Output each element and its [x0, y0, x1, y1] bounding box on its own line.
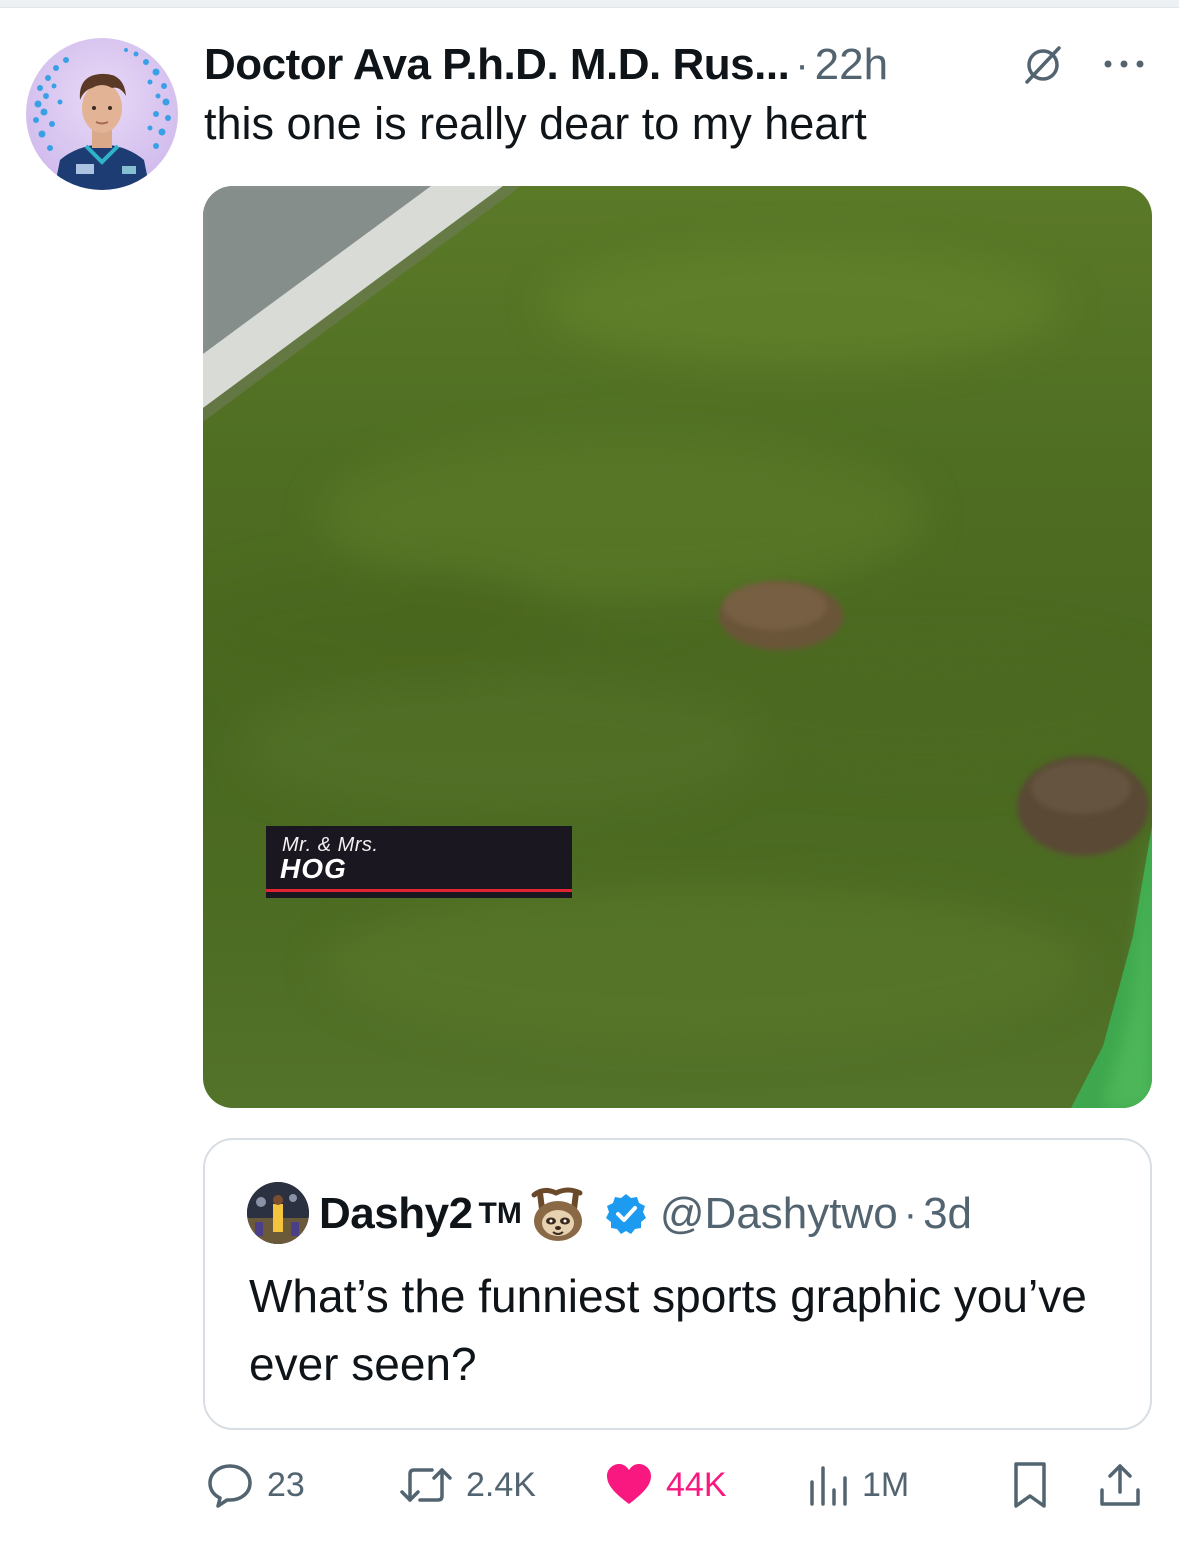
quoted-tweet-header: Dashy2 TM @Dashytwo · 3d: [319, 1184, 972, 1244]
like-icon: [607, 1464, 651, 1504]
sloth-icon: [531, 1187, 583, 1241]
reply-icon: [208, 1464, 252, 1508]
quoted-author-handle[interactable]: @Dashytwo: [660, 1189, 898, 1239]
top-divider: [0, 0, 1179, 8]
share-button[interactable]: [1098, 1455, 1142, 1515]
views-icon: [810, 1466, 847, 1506]
like-count: 44K: [666, 1465, 727, 1504]
views-count: 1M: [862, 1465, 910, 1504]
repost-count: 2.4K: [466, 1465, 536, 1504]
bookmark-button[interactable]: [1010, 1455, 1050, 1515]
tweet-media-image[interactable]: Mr. & Mrs. HOG: [203, 186, 1152, 1108]
quoted-tweet-timestamp[interactable]: 3d: [923, 1189, 972, 1239]
more-icon[interactable]: [1100, 56, 1148, 72]
repost-icon: [400, 1468, 452, 1502]
verified-icon[interactable]: [604, 1192, 648, 1236]
quoted-header-separator: ·: [903, 1191, 918, 1236]
tweet-header: Doctor Ava P.h.D. M.D. Rus... · 22h: [204, 36, 888, 94]
reply-button[interactable]: 23: [205, 1455, 305, 1515]
author-avatar[interactable]: [26, 38, 178, 190]
reply-count: 23: [267, 1465, 305, 1504]
views-button[interactable]: 1M: [806, 1455, 909, 1515]
lower-third-line2: HOG: [280, 853, 347, 884]
lower-third-red-line: [266, 889, 572, 892]
author-name[interactable]: Doctor Ava P.h.D. M.D. Rus...: [204, 40, 790, 90]
like-button[interactable]: 44K: [604, 1455, 727, 1515]
bookmark-icon: [1014, 1462, 1046, 1508]
tweet-text: this one is really dear to my heart: [204, 98, 867, 149]
quoted-author-avatar[interactable]: [247, 1182, 309, 1244]
quoted-tweet-text: What’s the funniest sports graphic you’v…: [249, 1270, 1087, 1390]
share-icon: [1100, 1464, 1140, 1506]
header-separator: ·: [795, 42, 809, 87]
no-link-icon[interactable]: [1018, 40, 1068, 90]
quoted-author-tm: TM: [478, 1197, 522, 1230]
quoted-author-name[interactable]: Dashy2: [319, 1189, 473, 1239]
quoted-tweet-card[interactable]: Dashy2 TM @Dashytwo · 3d What’s the funn…: [203, 1138, 1152, 1430]
tweet-action-bar: 23 2.4K 44K 1M: [0, 1455, 1179, 1515]
tweet-timestamp[interactable]: 22h: [815, 40, 888, 90]
lower-third-graphic: Mr. & Mrs. HOG: [266, 826, 572, 898]
repost-button[interactable]: 2.4K: [398, 1455, 536, 1515]
